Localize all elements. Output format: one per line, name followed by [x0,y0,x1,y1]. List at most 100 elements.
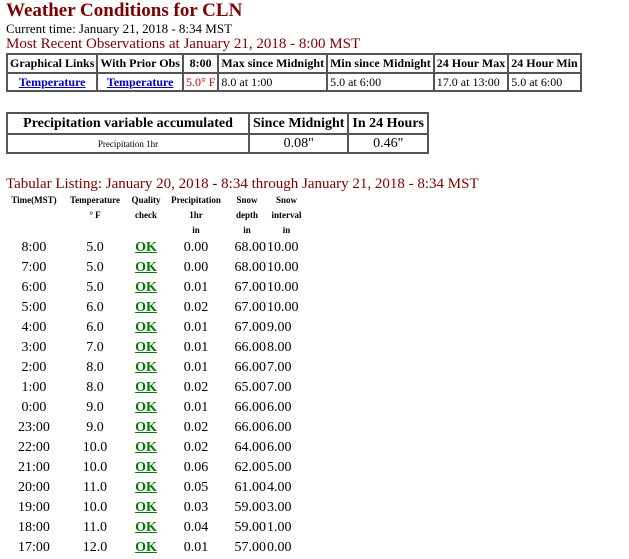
snow-depth-cell: 62.00 [234,460,267,475]
temperature-cell: 10.0 [82,500,108,515]
snow-interval-cell: 10.00 [267,260,299,275]
col-temperature: Temperature ° F [62,193,128,238]
temperature-cell: 6.0 [86,300,104,315]
snow-interval-cell: 6.00 [267,440,292,455]
table-row: 4:00 6.0 OK 0.01 67.00 9.00 [6,318,307,338]
time-cell: 20:00 [18,480,50,495]
quality-check-link[interactable]: OK [135,540,157,555]
tabular-listing-table: Time(MST) Temperature ° F Quality check Pr… [6,193,307,558]
time-cell: 7:00 [21,260,47,275]
snow-interval-cell: 0.00 [267,540,292,555]
tabular-listing-heading: Tabular Listing: January 20, 2018 - 8:34… [6,176,479,192]
col-snow-depth-label2: depth [235,210,258,220]
snow-depth-cell: 59.00 [234,520,267,535]
precipitation-cell: 0.02 [183,380,209,395]
col-time-label: Time(MST) [11,195,57,205]
quality-check-link[interactable]: OK [135,320,157,335]
recent-observations-heading: Most Recent Observations at January 21, … [6,36,361,52]
time-cell: 23:00 [18,420,50,435]
snow-interval-cell: 7.00 [267,360,292,375]
time-cell: 8:00 [21,240,47,255]
snow-depth-cell: 68.00 [234,260,267,275]
col-max-since-midnight: Max since Midnight [217,53,329,74]
col-snow-interval-label: Snow [275,195,297,205]
observations-table: Graphical Links With Prior Obs 8:00 Max … [5,53,582,92]
quality-check-link[interactable]: OK [135,480,157,495]
quality-check-cell: OK [128,398,164,418]
col-quality-label: Quality [131,195,161,205]
table-row: 17:00 12.0 OK 0.01 57.00 0.00 [6,538,307,558]
precipitation-cell: 0.01 [183,400,209,415]
tabular-header-row: Time(MST) Temperature ° F Quality check Pr… [6,193,307,238]
quality-check-cell: OK [128,338,164,358]
snow-interval-cell: 3.00 [267,500,292,515]
precipitation-cell: 0.02 [183,420,209,435]
max-24-hour-value: 17.0 at 13:00 [432,72,510,92]
quality-check-link[interactable]: OK [135,380,157,395]
quality-check-link[interactable]: OK [135,260,157,275]
precipitation-cell: 0.02 [183,300,209,315]
tabular-body: 8:00 5.0 OK 0.00 68.00 10.00 7:00 5.0 OK 0.00 68.0… [6,238,307,558]
quality-check-cell: OK [128,538,164,558]
time-cell: 3:00 [21,340,47,355]
quality-check-link[interactable]: OK [135,240,157,255]
quality-check-link[interactable]: OK [135,460,157,475]
temperature-cell: 6.0 [86,320,104,335]
col-quality: Quality check [128,193,164,238]
temperature-prior-obs-link[interactable]: Temperature [107,75,174,89]
temperature-graph-link[interactable]: Temperature [19,75,86,89]
precipitation-cell: 0.04 [183,520,209,535]
time-cell: 21:00 [18,460,50,475]
precipitation-cell: 0.00 [183,260,209,275]
snow-depth-cell: 67.00 [234,280,267,295]
precipitation-table: Precipitation variable accumulated Since… [6,112,429,154]
quality-check-link[interactable]: OK [135,340,157,355]
observations-row: Temperature Temperature 5.0° F 8.0 at 1:… [5,72,582,92]
snow-interval-cell: 10.00 [267,280,299,295]
temperature-cell: 9.0 [86,400,104,415]
snow-interval-cell: 10.00 [267,300,299,315]
col-precipitation-unit: in [192,225,200,235]
table-row: 7:00 5.0 OK 0.00 68.00 10.00 [6,258,307,278]
precipitation-header-row: Precipitation variable accumulated Since… [6,112,429,135]
snow-interval-cell: 9.00 [267,320,292,335]
quality-check-link[interactable]: OK [135,520,157,535]
col-snow-interval-unit: in [282,225,291,235]
snow-depth-cell: 57.00 [234,540,267,555]
quality-check-cell: OK [128,378,164,398]
quality-check-link[interactable]: OK [135,280,157,295]
snow-interval-cell: 6.00 [267,400,292,415]
precipitation-cell: 0.02 [183,440,209,455]
col-min-since-midnight: Min since Midnight [326,53,435,74]
precipitation-cell: 0.01 [183,360,209,375]
precipitation-cell: 0.01 [183,340,209,355]
quality-check-link[interactable]: OK [135,300,157,315]
quality-check-cell: OK [128,518,164,538]
quality-check-cell: OK [128,318,164,338]
temperature-cell: 11.0 [83,520,107,535]
quality-check-link[interactable]: OK [135,400,157,415]
col-graphical-links: Graphical Links [5,53,99,74]
snow-depth-cell: 66.00 [234,420,267,435]
col-snow-depth-label: Snow [236,195,258,205]
time-cell: 6:00 [21,280,47,295]
quality-check-link[interactable]: OK [135,440,157,455]
quality-check-link[interactable]: OK [135,420,157,435]
col-snow-interval-label2: interval [271,210,302,220]
col-24-hour-min: 24 Hour Min [507,53,582,74]
precipitation-cell: 0.06 [183,460,209,475]
table-row: 19:00 10.0 OK 0.03 59.00 3.00 [6,498,307,518]
quality-check-link[interactable]: OK [135,360,157,375]
precipitation-cell: 0.03 [183,500,209,515]
col-temperature-unit: ° F [89,210,101,220]
col-since-midnight: Since Midnight [247,112,350,135]
snow-depth-cell: 66.00 [234,400,267,415]
quality-check-cell: OK [128,298,164,318]
quality-check-link[interactable]: OK [135,500,157,515]
time-cell: 5:00 [21,300,47,315]
temperature-cell: 5.0 [86,260,104,275]
table-row: 5:00 6.0 OK 0.02 67.00 10.00 [6,298,307,318]
temperature-cell: 12.0 [82,540,108,555]
time-cell: 19:00 [18,500,50,515]
table-row: 22:00 10.0 OK 0.02 64.00 6.00 [6,438,307,458]
